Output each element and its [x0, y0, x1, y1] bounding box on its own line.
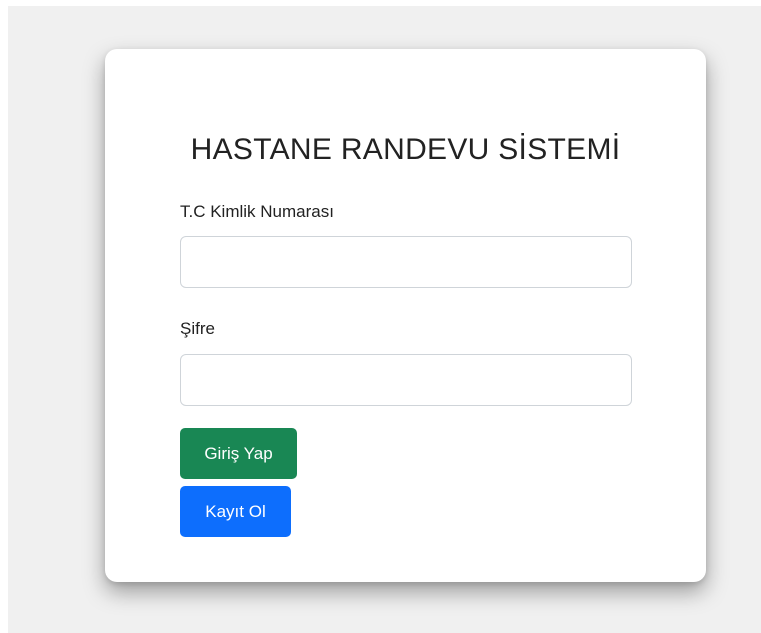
password-label: Şifre	[180, 319, 215, 338]
page-title: HASTANE RANDEVU SİSTEMİ	[190, 133, 621, 166]
tc-kimlik-label: T.C Kimlik Numarası	[180, 202, 334, 221]
password-input[interactable]	[180, 354, 632, 406]
register-button[interactable]: Kayıt Ol	[180, 486, 291, 537]
login-card: HASTANE RANDEVU SİSTEMİ T.C Kimlik Numar…	[105, 49, 706, 582]
login-button[interactable]: Giriş Yap	[180, 428, 297, 479]
page-background: HASTANE RANDEVU SİSTEMİ T.C Kimlik Numar…	[8, 6, 761, 633]
tc-kimlik-input[interactable]	[180, 236, 632, 288]
